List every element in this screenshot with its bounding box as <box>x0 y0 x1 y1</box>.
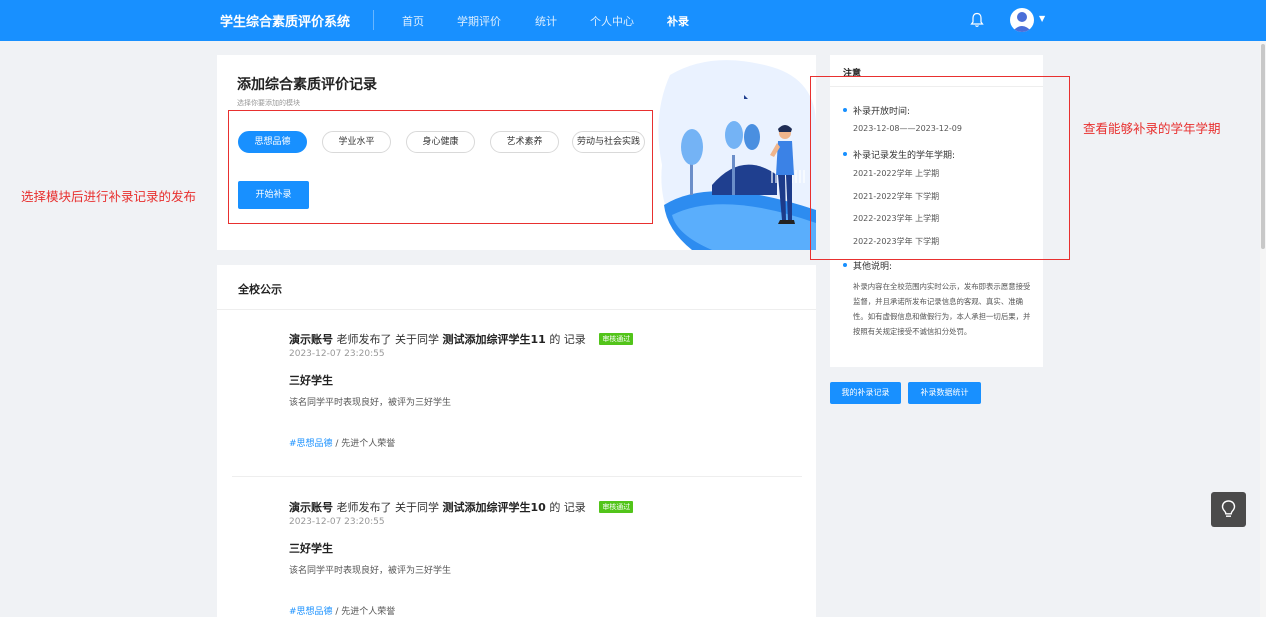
post-student[interactable]: 测试添加综评学生10 <box>443 501 546 514</box>
post-category: / 先进个人荣誉 <box>332 607 396 617</box>
status-badge: 审核通过 <box>599 333 634 345</box>
post-account: 演示账号 <box>289 333 333 346</box>
post-tag-link[interactable]: #思想品德 <box>289 439 333 449</box>
header-divider <box>373 10 374 30</box>
post-category: / 先进个人荣誉 <box>332 439 396 449</box>
post-action-text: 老师发布了 关于同学 <box>336 333 440 346</box>
list-item: 演示账号 老师发布了 关于同学 测试添加综评学生11 的 记录 审核通过 202… <box>289 331 809 449</box>
annotation-box-left <box>228 110 653 224</box>
list-item: 演示账号 老师发布了 关于同学 测试添加综评学生10 的 记录 审核通过 202… <box>289 499 809 617</box>
my-records-button[interactable]: 我的补录记录 <box>830 382 901 404</box>
post-body: 该名同学平时表现良好，被评为三好学生 <box>289 566 452 576</box>
annotation-left-text: 选择模块后进行补录记录的发布 <box>21 189 197 204</box>
post-divider <box>232 476 802 477</box>
nav-home[interactable]: 首页 <box>402 13 424 29</box>
post-tail-text: 的 记录 <box>549 333 586 346</box>
post-tags: #思想品德 / 先进个人荣誉 <box>289 436 809 449</box>
bell-icon[interactable] <box>970 12 984 28</box>
post-summary: 演示账号 老师发布了 关于同学 测试添加综评学生11 的 记录 审核通过 <box>289 331 809 347</box>
post-body: 该名同学平时表现良好，被评为三好学生 <box>289 398 452 408</box>
top-navbar: 学生综合素质评价系统 首页 学期评价 统计 个人中心 补录 ▼ <box>0 0 1266 41</box>
post-tail-text: 的 记录 <box>549 501 586 514</box>
post-tags: #思想品德 / 先进个人荣誉 <box>289 604 809 617</box>
other-notes-text: 补录内容在全校范围内实时公示，发布即表示愿意接受监督，并且承诺所发布记录信息的客… <box>853 282 1031 336</box>
notice-board-title: 全校公示 <box>238 283 282 296</box>
lightbulb-icon <box>1221 500 1236 517</box>
post-student[interactable]: 测试添加综评学生11 <box>443 333 546 346</box>
nav-personal-center[interactable]: 个人中心 <box>590 13 634 29</box>
annotation-right-text: 查看能够补录的学年学期 <box>1083 121 1221 136</box>
status-badge: 审核通过 <box>599 501 634 513</box>
notice-divider <box>217 309 816 310</box>
add-record-title: 添加综合素质评价记录 <box>237 77 377 93</box>
post-account: 演示账号 <box>289 501 333 514</box>
nav-statistics[interactable]: 统计 <box>535 13 557 29</box>
chevron-down-icon[interactable]: ▼ <box>1039 14 1045 23</box>
post-tag-link[interactable]: #思想品德 <box>289 607 333 617</box>
add-record-subtitle: 选择你要添加的模块 <box>237 99 300 107</box>
post-heading: 三好学生 <box>289 542 333 555</box>
user-avatar-icon[interactable] <box>1010 8 1034 32</box>
post-time: 2023-12-07 23:20:55 <box>289 517 385 527</box>
scrollbar-thumb[interactable] <box>1261 44 1265 249</box>
statistics-button[interactable]: 补录数据统计 <box>908 382 981 404</box>
post-action-text: 老师发布了 关于同学 <box>336 501 440 514</box>
app-title: 学生综合素质评价系统 <box>220 15 351 30</box>
other-notes-label: 其他说明: <box>842 259 892 272</box>
annotation-box-right <box>810 76 1070 260</box>
illustration-image <box>658 60 816 250</box>
post-summary: 演示账号 老师发布了 关于同学 测试添加综评学生10 的 记录 审核通过 <box>289 499 809 515</box>
lightbulb-button[interactable] <box>1211 492 1246 527</box>
post-heading: 三好学生 <box>289 374 333 387</box>
post-time: 2023-12-07 23:20:55 <box>289 349 385 359</box>
notice-board-card: 全校公示 演示账号 老师发布了 关于同学 测试添加综评学生11 的 记录 审核通… <box>217 265 816 617</box>
nav-supplement[interactable]: 补录 <box>667 13 689 29</box>
nav-semester-evaluation[interactable]: 学期评价 <box>457 13 501 29</box>
